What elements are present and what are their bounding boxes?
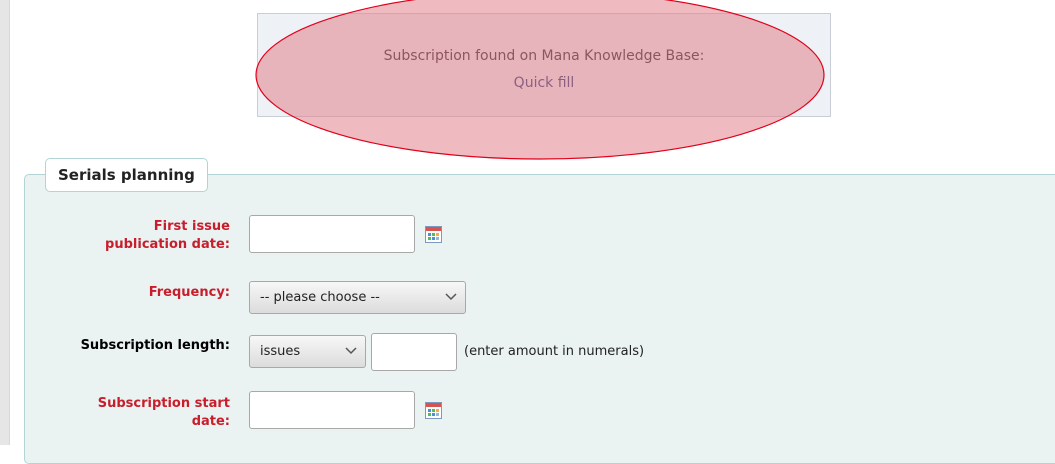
chevron-down-icon: [345, 347, 357, 355]
subscription-length-amount-input[interactable]: [371, 333, 457, 371]
frequency-label: Frequency:: [148, 285, 230, 300]
mana-notice-message: Subscription found on Mana Knowledge Bas…: [383, 48, 705, 64]
first-issue-date-label: First issue publication date:: [0, 218, 230, 254]
first-issue-date-input[interactable]: [249, 215, 415, 253]
subscription-length-unit-value: issues: [260, 344, 301, 359]
quick-fill-link[interactable]: Quick fill: [258, 75, 830, 91]
subscription-length-label: Subscription length:: [80, 338, 230, 353]
calendar-icon[interactable]: [425, 226, 442, 243]
subscription-start-date-label: Subscription start date:: [0, 395, 230, 431]
calendar-icon[interactable]: [425, 402, 442, 419]
subscription-start-date-label-line2: date:: [191, 414, 230, 429]
first-issue-date-label-line2: publication date:: [105, 237, 230, 252]
subscription-start-date-label-line1: Subscription start: [97, 396, 230, 411]
subscription-length-hint: (enter amount in numerals): [464, 344, 645, 359]
frequency-select[interactable]: -- please choose --: [249, 281, 466, 314]
subscription-start-date-input[interactable]: [249, 391, 415, 429]
serials-planning-legend: Serials planning: [45, 158, 208, 192]
frequency-selected-value: -- please choose --: [260, 290, 380, 305]
first-issue-date-label-line1: First issue: [153, 219, 230, 234]
mana-notice-box: Subscription found on Mana Knowledge Bas…: [257, 13, 831, 117]
chevron-down-icon: [445, 293, 457, 301]
subscription-length-unit-select[interactable]: issues: [249, 335, 366, 368]
